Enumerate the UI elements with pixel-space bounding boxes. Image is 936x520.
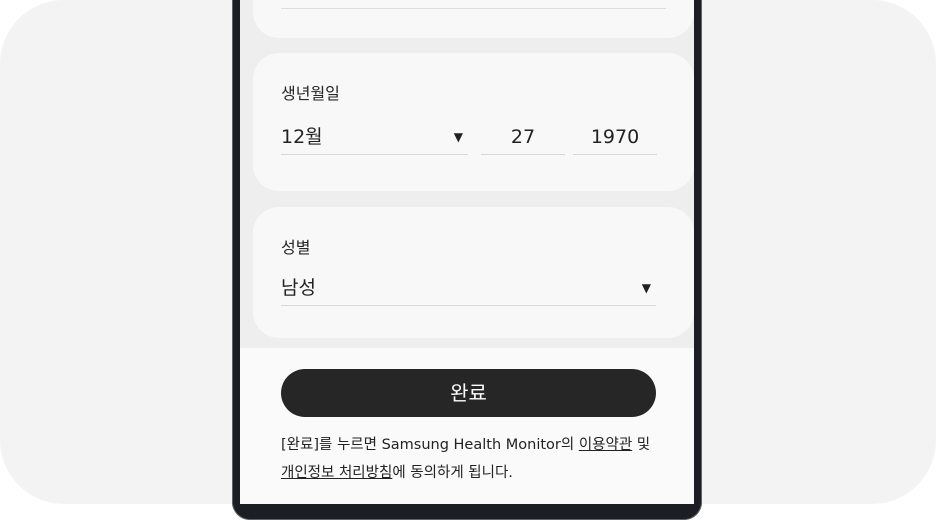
terms-notice: [완료]를 누르면 Samsung Health Monitor의 이용약관 및… (281, 431, 661, 487)
previous-card (253, 0, 694, 38)
terms-suffix: 에 동의하게 됩니다. (392, 465, 513, 481)
terms-middle: 및 (632, 437, 651, 453)
previous-field-underline (281, 8, 666, 9)
birth-month-value: 12월 (281, 126, 323, 148)
gender-label: 성별 (281, 238, 311, 257)
caret-down-icon: ▼ (641, 281, 651, 295)
birth-year-field[interactable]: 1970 (573, 120, 657, 155)
terms-prefix: [완료]를 누르면 Samsung Health Monitor의 (281, 437, 579, 453)
phone-screen: 생년월일 12월 ▼ 27 1970 성별 남성 ▼ 완료 [완료]를 누르면 … (240, 0, 694, 504)
done-button[interactable]: 완료 (281, 369, 656, 417)
privacy-policy-link[interactable]: 개인정보 처리방침 (281, 465, 392, 481)
bottom-panel: 완료 [완료]를 누르면 Samsung Health Monitor의 이용약… (240, 348, 694, 504)
gender-card: 성별 남성 ▼ (253, 207, 694, 338)
birthdate-card: 생년월일 12월 ▼ 27 1970 (253, 53, 694, 191)
birth-day-field[interactable]: 27 (481, 120, 565, 155)
gender-select[interactable]: 남성 ▼ (281, 271, 656, 306)
terms-of-use-link[interactable]: 이용약관 (579, 437, 632, 453)
birth-month-select[interactable]: 12월 ▼ (281, 120, 468, 155)
caret-down-icon: ▼ (453, 130, 463, 144)
birthdate-label: 생년월일 (281, 84, 340, 103)
gender-value: 남성 (281, 277, 316, 299)
